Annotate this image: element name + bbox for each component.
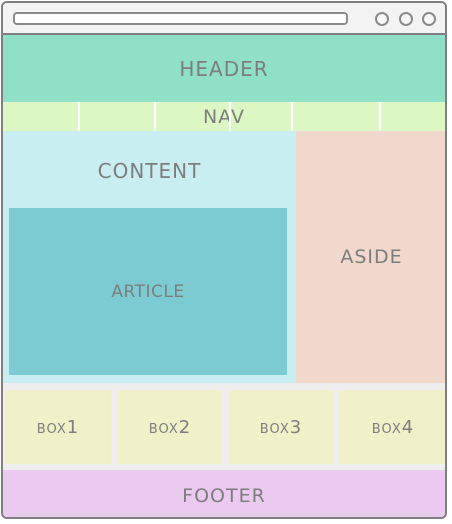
box-region: box2 — [118, 390, 222, 464]
nav-region: NAV — [3, 102, 445, 131]
nav-divider — [291, 102, 293, 131]
box-label: box2 — [148, 416, 192, 438]
browser-window: HEADER NAV CONTENT ARTICLE ASIDE box1 bo… — [1, 1, 447, 519]
box-label: box1 — [36, 416, 80, 438]
nav-divider — [154, 102, 156, 131]
nav-divider — [229, 102, 231, 131]
window-button-3[interactable] — [422, 12, 436, 26]
header-label: HEADER — [179, 56, 269, 81]
article-label: ARTICLE — [111, 281, 185, 302]
header-region: HEADER — [3, 35, 445, 102]
window-button-2[interactable] — [399, 12, 413, 26]
footer-region: FOOTER — [3, 470, 445, 517]
window-button-1[interactable] — [375, 12, 389, 26]
box-region: box1 — [5, 390, 111, 464]
address-bar[interactable] — [13, 12, 348, 25]
aside-region: ASIDE — [296, 131, 445, 383]
box-region: box3 — [229, 390, 333, 464]
nav-divider — [379, 102, 381, 131]
article-region: ARTICLE — [9, 208, 287, 375]
aside-label: ASIDE — [340, 246, 403, 268]
nav-label: NAV — [203, 105, 245, 128]
nav-divider — [78, 102, 80, 131]
box-label: box3 — [259, 416, 303, 438]
box-label: box4 — [371, 416, 415, 438]
content-label: CONTENT — [97, 159, 202, 183]
browser-titlebar — [3, 3, 445, 35]
footer-label: FOOTER — [182, 484, 266, 507]
box-region: box4 — [339, 390, 445, 464]
